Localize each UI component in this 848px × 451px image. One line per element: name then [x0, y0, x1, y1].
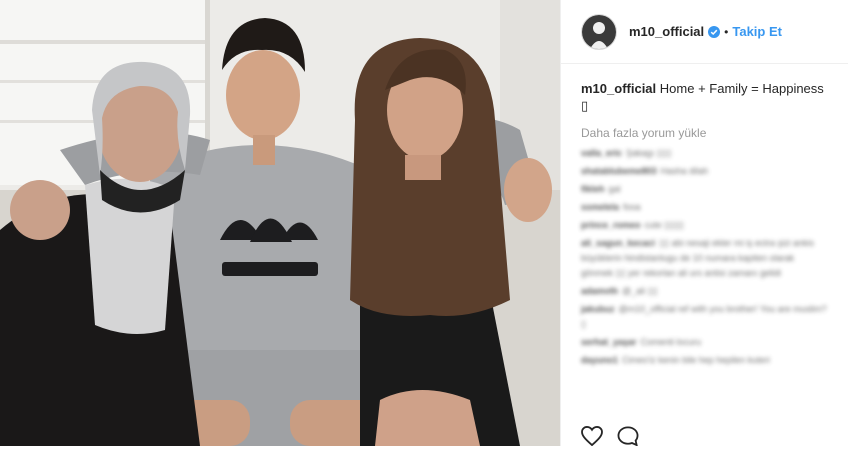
list-item: dayuno1 Cimes'iz kenin bile hep hepilen k…	[581, 355, 770, 365]
list-item: valla_eric Şakagı ▯▯▯	[581, 148, 672, 158]
list-item: prince_romeo cute ▯▯▯▯	[581, 220, 684, 230]
caption-text: Home + Family = Happiness	[659, 81, 824, 96]
post-panel: m10_official • Takip Et m10_official Hom…	[560, 0, 848, 447]
list-item: fikleh gal	[581, 184, 621, 194]
family-photo-image	[0, 0, 560, 446]
avatar[interactable]	[581, 13, 617, 50]
separator-dot: •	[724, 24, 729, 39]
list-item: shatablubeme803 Hasha dilah	[581, 166, 709, 176]
load-more-comments-button[interactable]: Daha fazla yorum yükle	[561, 114, 848, 140]
caption-emoji: ▯	[581, 98, 589, 113]
avatar-image	[582, 14, 616, 49]
list-item: jakubuz @m10_official ref with you brothe…	[581, 304, 827, 329]
post-header: m10_official • Takip Et	[561, 0, 848, 64]
verified-badge-icon	[708, 25, 721, 38]
caption-username[interactable]: m10_official	[581, 81, 656, 96]
heart-icon[interactable]	[581, 425, 603, 447]
list-item: ssmelela fooa	[581, 202, 641, 212]
post-photo[interactable]	[0, 0, 560, 446]
post-actions	[581, 425, 639, 447]
list-item: serhat_yaşar Comenti locuru	[581, 337, 702, 347]
follow-button[interactable]: Takip Et	[732, 24, 782, 39]
comments-list: valla_eric Şakagı ▯▯▯ shatablubeme803 Hash…	[561, 140, 848, 368]
list-item: ali_sagun_kecaci ▯▯ abi nesaji ekler mi i…	[581, 238, 815, 278]
list-item: adamvth @_ali ▯▯	[581, 286, 658, 296]
post-caption: m10_official Home + Family = Happiness ▯	[561, 64, 848, 114]
username-link[interactable]: m10_official	[629, 24, 704, 39]
comment-icon[interactable]	[617, 426, 639, 447]
